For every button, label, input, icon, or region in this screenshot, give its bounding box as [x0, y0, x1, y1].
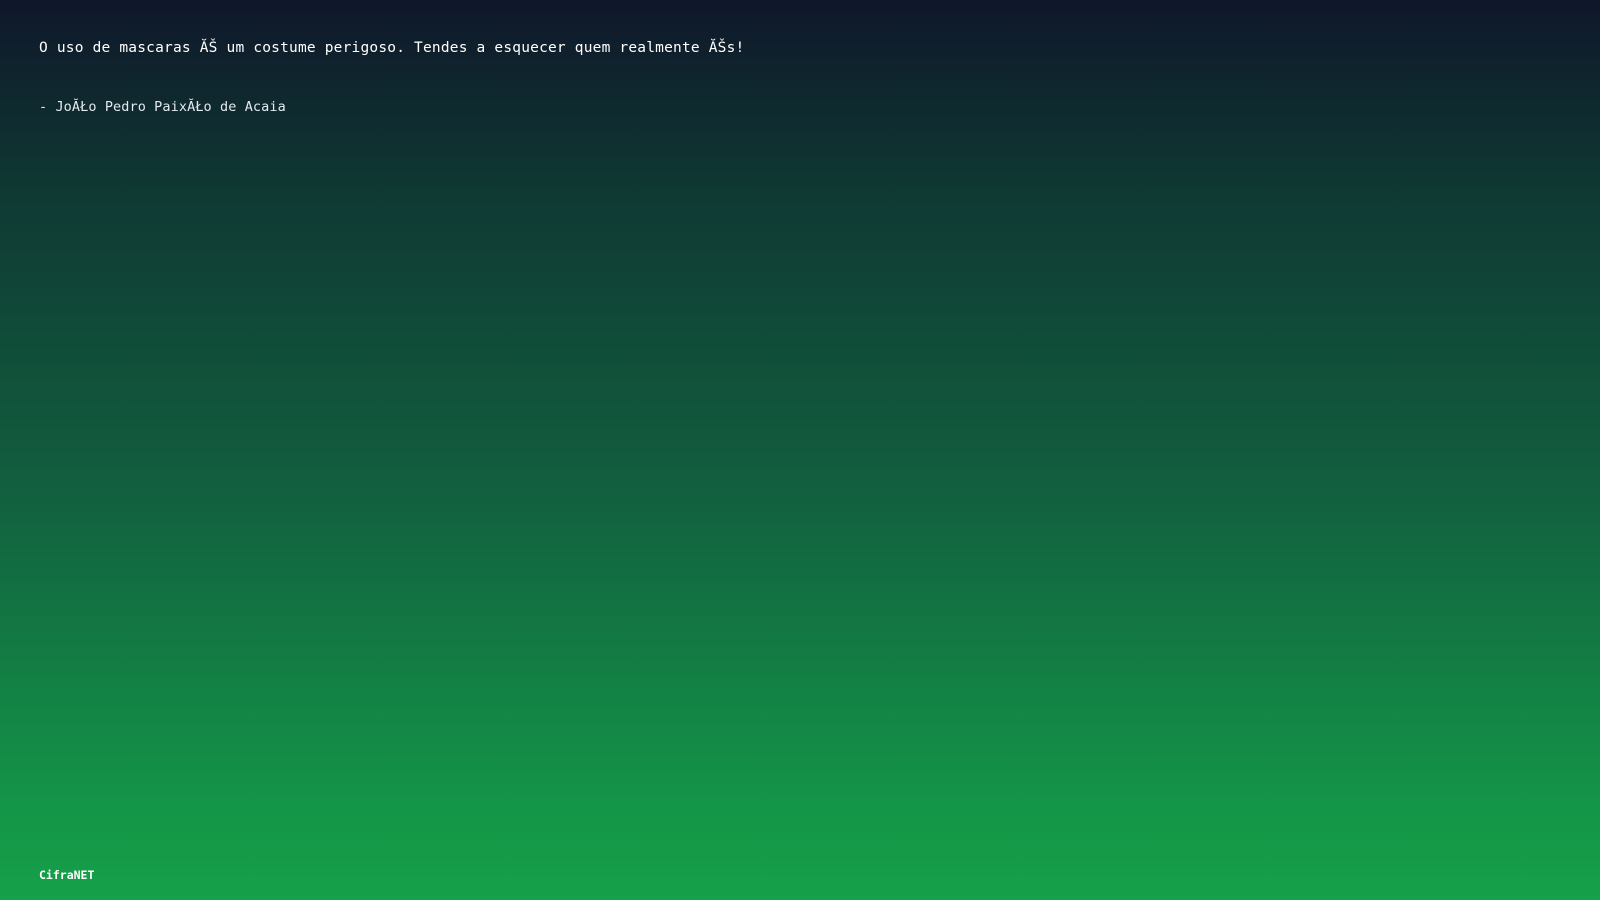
quote-screen: O uso de mascaras ĂŠ um costume perigoso… [0, 0, 1600, 900]
quote-text: O uso de mascaras ĂŠ um costume perigoso… [39, 40, 745, 56]
quote-author: - JoĂŁo Pedro PaixĂŁo de Acaia [39, 99, 286, 115]
brand-label: CifraNET [39, 868, 95, 882]
